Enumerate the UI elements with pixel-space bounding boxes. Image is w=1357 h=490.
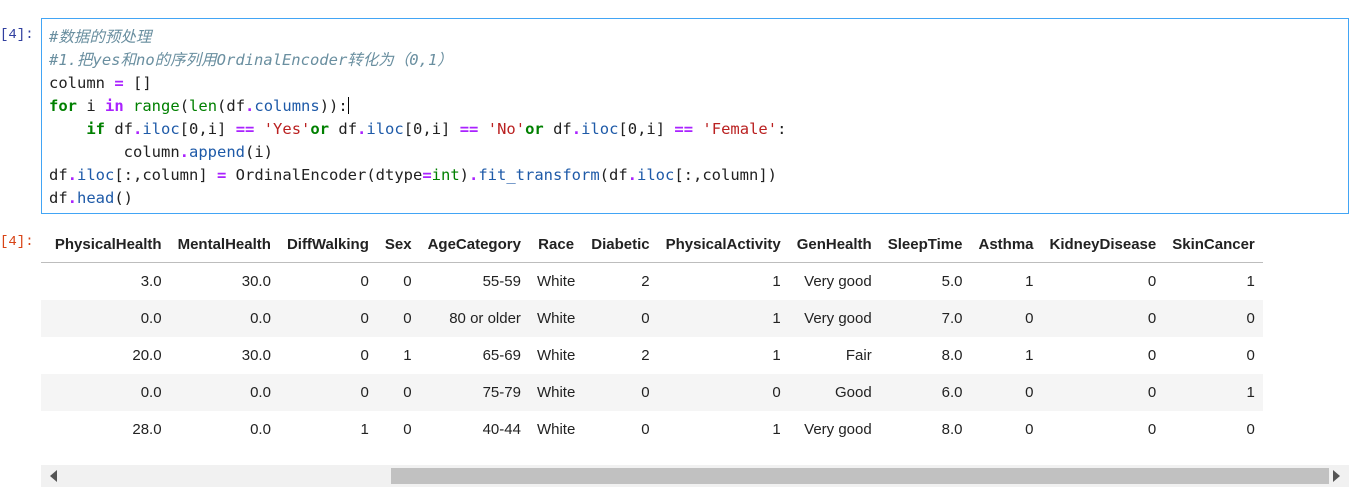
table-cell: 30.0	[169, 337, 279, 374]
column-header: Asthma	[970, 226, 1042, 263]
column-header: MentalHealth	[169, 226, 279, 263]
table-cell: 0	[1041, 300, 1165, 337]
code-cell-editor[interactable]: #数据的预处理 #1.把yes和no的序列用OrdinalEncoder转化为（…	[41, 18, 1349, 214]
table-cell: 0	[376, 262, 420, 300]
table-cell: 0	[278, 300, 377, 337]
table-cell: 0	[1041, 262, 1165, 300]
table-cell: Very good	[788, 411, 880, 448]
table-cell: Fair	[788, 337, 880, 374]
text-cursor	[347, 97, 349, 114]
column-header: DiffWalking	[278, 226, 377, 263]
table-cell: White	[528, 374, 584, 411]
column-header: Sex	[376, 226, 420, 263]
scroll-left-icon[interactable]	[50, 470, 57, 482]
table-cell: 0	[970, 374, 1042, 411]
previous-cell-text: ...	[48, 0, 61, 6]
table-cell: 1	[1164, 262, 1263, 300]
column-header: AgeCategory	[419, 226, 529, 263]
table-cell: 3.0	[46, 262, 170, 300]
table-cell: 0	[376, 411, 420, 448]
table-cell: 0.0	[46, 300, 170, 337]
table-cell: 28.0	[46, 411, 170, 448]
table-row: 0 3.0 30.0 0 0 55-59 White 2 1 Very good…	[41, 262, 1263, 300]
table-cell: 0.0	[169, 374, 279, 411]
table-cell: 0	[1041, 374, 1165, 411]
column-header: PhysicalActivity	[657, 226, 789, 263]
table-cell: 1	[376, 337, 420, 374]
table-cell: 65-69	[419, 337, 529, 374]
column-header: Diabetic	[583, 226, 658, 263]
code-comment-2: #1.把yes和no的序列用OrdinalEncoder转化为（0,1）	[49, 51, 453, 69]
table-cell: 80 or older	[419, 300, 529, 337]
table-cell: White	[528, 337, 584, 374]
table-row: 0 0.0 0.0 0 0 75-79 White 0 0 Good 6.0 0…	[41, 374, 1263, 411]
table-cell: 0	[1041, 337, 1165, 374]
table-cell: 1	[657, 262, 789, 300]
table-cell: 7.0	[879, 300, 971, 337]
column-header: GenHealth	[788, 226, 880, 263]
table-cell: 8.0	[879, 411, 971, 448]
table-row: 1 0.0 0.0 0 0 80 or older White 0 1 Very…	[41, 300, 1263, 337]
table-cell: 0	[278, 374, 377, 411]
table-cell: 0	[583, 300, 658, 337]
code-text[interactable]: #数据的预处理 #1.把yes和no的序列用OrdinalEncoder转化为（…	[49, 26, 786, 210]
table-cell: 1	[970, 262, 1042, 300]
table-cell: 0	[376, 374, 420, 411]
table-cell: 0	[1164, 411, 1263, 448]
column-header: Race	[528, 226, 584, 263]
column-header: KidneyDisease	[1041, 226, 1165, 263]
code-comment-1: #数据的预处理	[49, 28, 152, 46]
table-cell: 0.0	[169, 411, 279, 448]
output-prompt: [4]:	[0, 234, 34, 250]
table-cell: 2	[583, 337, 658, 374]
table-cell: 0.0	[46, 374, 170, 411]
table-cell: 0	[376, 300, 420, 337]
table-cell: 0	[1164, 300, 1263, 337]
table-cell: 40-44	[419, 411, 529, 448]
table-cell: White	[528, 262, 584, 300]
table-cell: 1	[278, 411, 377, 448]
table-cell: Good	[788, 374, 880, 411]
table-cell: 30.0	[169, 262, 279, 300]
table-cell: Very good	[788, 300, 880, 337]
table-cell: White	[528, 300, 584, 337]
table-cell: 0	[970, 300, 1042, 337]
table-cell: 6.0	[879, 374, 971, 411]
horizontal-scrollbar[interactable]	[41, 465, 1349, 487]
table-cell: 1	[657, 411, 789, 448]
table-cell: 0	[583, 374, 658, 411]
scroll-right-icon[interactable]	[1333, 470, 1340, 482]
input-prompt: [4]:	[0, 27, 34, 43]
table-cell: 1	[657, 300, 789, 337]
column-header: PhysicalHealth	[46, 226, 170, 263]
column-header: SleepTime	[879, 226, 971, 263]
table-cell: 55-59	[419, 262, 529, 300]
table-header-row: oke PhysicalHealth MentalHealth DiffWalk…	[41, 226, 1263, 263]
table-cell: 0.0	[169, 300, 279, 337]
table-cell: 0	[278, 262, 377, 300]
table-cell: 20.0	[46, 337, 170, 374]
table-cell: 2	[583, 262, 658, 300]
table-cell: Very good	[788, 262, 880, 300]
dataframe-table: oke PhysicalHealth MentalHealth DiffWalk…	[41, 226, 1263, 448]
scrollbar-thumb[interactable]	[391, 468, 1329, 484]
table-cell: White	[528, 411, 584, 448]
table-cell: 0	[657, 374, 789, 411]
table-cell: 0	[278, 337, 377, 374]
table-cell: 0	[1041, 411, 1165, 448]
table-row: 0 28.0 0.0 1 0 40-44 White 0 1 Very good…	[41, 411, 1263, 448]
table-cell: 1	[1164, 374, 1263, 411]
table-cell: 0	[970, 411, 1042, 448]
table-cell: 0	[1164, 337, 1263, 374]
table-cell: 8.0	[879, 337, 971, 374]
dataframe-output: oke PhysicalHealth MentalHealth DiffWalk…	[41, 226, 1349, 462]
table-cell: 5.0	[879, 262, 971, 300]
table-row: 0 20.0 30.0 0 1 65-69 White 2 1 Fair 8.0…	[41, 337, 1263, 374]
table-cell: 75-79	[419, 374, 529, 411]
table-cell: 0	[583, 411, 658, 448]
table-cell: 1	[657, 337, 789, 374]
column-header: SkinCancer	[1164, 226, 1263, 263]
table-cell: 1	[970, 337, 1042, 374]
